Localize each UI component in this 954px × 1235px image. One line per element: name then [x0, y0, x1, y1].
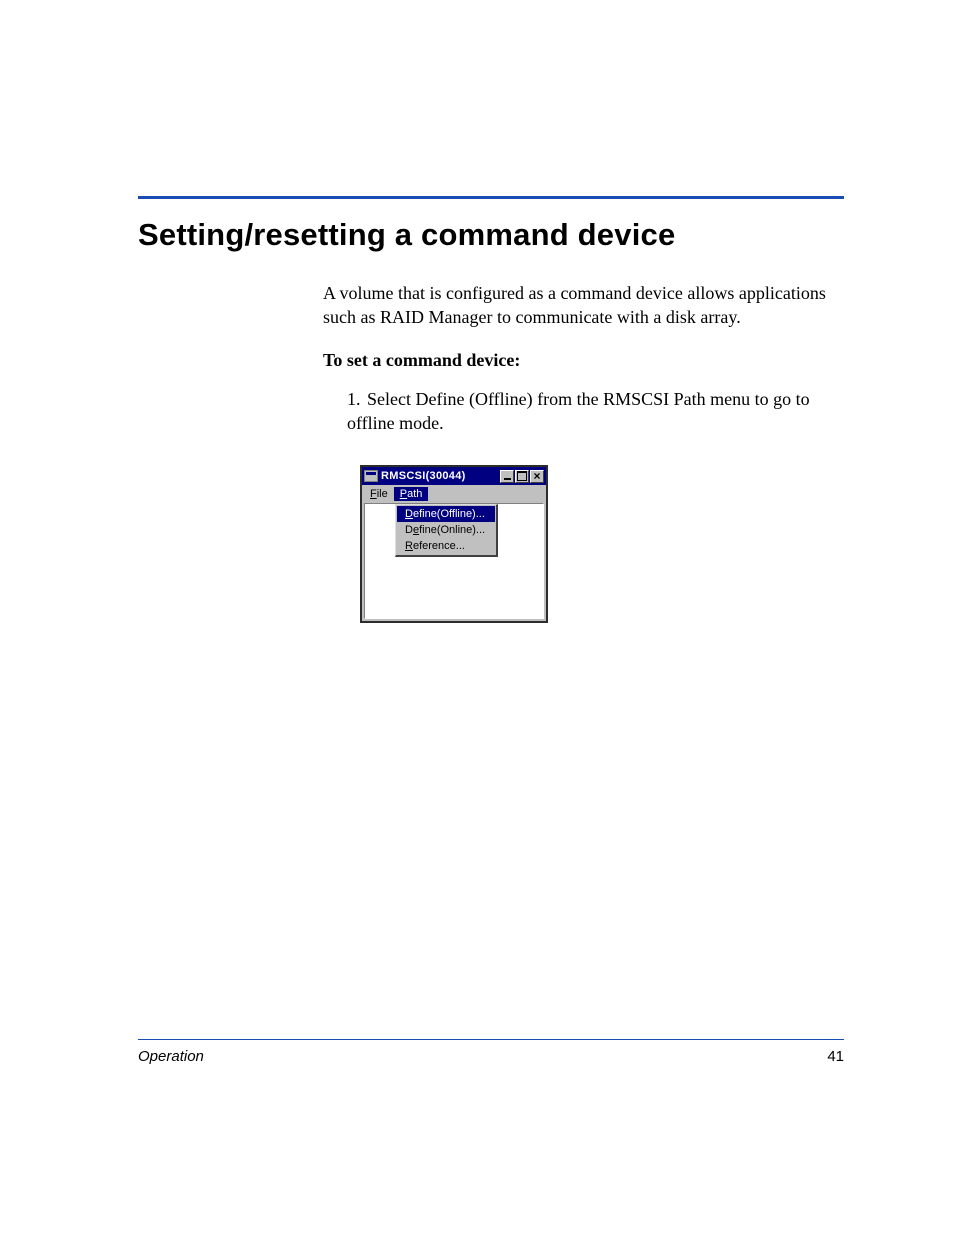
- menu-item-define-online[interactable]: Define(Online)...: [397, 522, 495, 538]
- menu-file[interactable]: File: [364, 487, 394, 501]
- menu-path[interactable]: Path: [394, 487, 429, 501]
- page-number: 41: [827, 1048, 844, 1065]
- menu-item-reference[interactable]: Reference...: [397, 538, 495, 554]
- maximize-button[interactable]: [515, 470, 529, 483]
- step-number: 1.: [347, 387, 367, 411]
- window-title: RMSCSI(30044): [381, 470, 499, 482]
- minimize-button[interactable]: [500, 470, 514, 483]
- client-area: Define(Offline)... Define(Online)... Ref…: [364, 503, 544, 619]
- app-icon: [364, 470, 378, 482]
- ordered-list: 1.Select Define (Offline) from the RMSCS…: [341, 387, 843, 436]
- app-window: RMSCSI(30044) File Path Define(Offline).…: [360, 465, 548, 623]
- path-dropdown: Define(Offline)... Define(Online)... Ref…: [395, 504, 498, 557]
- close-button[interactable]: [530, 470, 544, 483]
- menubar: File Path: [362, 485, 546, 503]
- intro-paragraph: A volume that is configured as a command…: [323, 281, 843, 330]
- footer-section: Operation: [138, 1048, 204, 1065]
- step-text: Select Define (Offline) from the RMSCSI …: [347, 389, 810, 433]
- procedure-subhead: To set a command device:: [323, 350, 843, 371]
- top-rule: [138, 196, 844, 199]
- titlebar[interactable]: RMSCSI(30044): [362, 467, 546, 485]
- footer-rule: [138, 1039, 844, 1040]
- page-heading: Setting/resetting a command device: [138, 217, 844, 253]
- menu-item-define-offline[interactable]: Define(Offline)...: [397, 506, 495, 522]
- page-footer: Operation 41: [138, 1039, 844, 1065]
